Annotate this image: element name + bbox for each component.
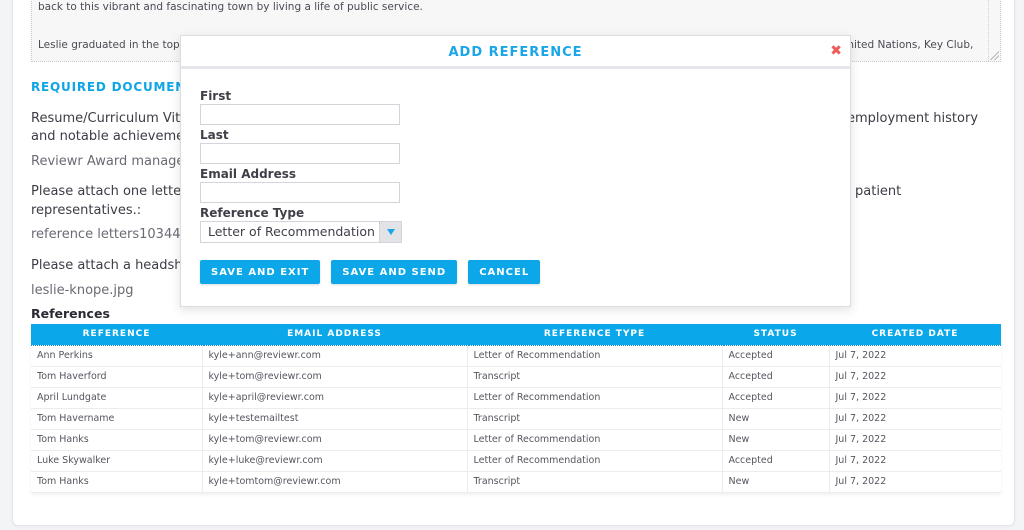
- cell-reference-type: Letter of Recommendation: [467, 429, 723, 451]
- cancel-button[interactable]: CANCEL: [468, 260, 541, 284]
- cell-email: kyle+ann@reviewr.com: [202, 345, 468, 367]
- cell-reference-type: Transcript: [467, 366, 723, 388]
- email-input[interactable]: [200, 182, 400, 203]
- cell-reference-name: Tom Havername: [31, 408, 203, 430]
- resume-prompt: Resume/Curriculum Vit: [31, 111, 181, 126]
- bio-line-1: back to this vibrant and fascinating tow…: [38, 1, 423, 13]
- cell-email: kyle+testemailtest: [202, 408, 468, 430]
- table-row[interactable]: Tom Havername kyle+testemailtest Transcrip…: [31, 408, 1001, 430]
- letter-file-link[interactable]: reference letters1034417: [31, 227, 197, 242]
- cell-created-date: Jul 7, 2022: [829, 345, 1001, 367]
- resume-file-link[interactable]: Reviewr Award manage: [31, 154, 184, 169]
- save-and-send-button[interactable]: SAVE AND SEND: [331, 260, 458, 284]
- cell-reference-type: Letter of Recommendation: [467, 345, 723, 367]
- cell-email: kyle+april@reviewr.com: [202, 387, 468, 409]
- headshot-prompt: Please attach a headsh: [31, 258, 183, 273]
- modal-header: ADD REFERENCE ✖: [181, 36, 850, 69]
- cell-reference-type: Letter of Recommendation: [467, 387, 723, 409]
- table-header-row: REFERENCE EMAIL ADDRESS REFERENCE TYPE S…: [31, 324, 1001, 346]
- cell-reference-name: Luke Skywalker: [31, 450, 203, 472]
- cell-status: Accepted: [722, 387, 830, 409]
- reference-type-label: Reference Type: [200, 206, 305, 220]
- cell-created-date: Jul 7, 2022: [829, 471, 1001, 493]
- cell-email: kyle+luke@reviewr.com: [202, 450, 468, 472]
- cell-reference-name: Tom Hanks: [31, 471, 203, 493]
- cell-reference-name: Ann Perkins: [31, 345, 203, 367]
- letter-prompt-line2: representatives.:: [31, 203, 142, 218]
- reference-form: First Last Email Address Reference Type …: [200, 88, 402, 243]
- resume-prompt-line2: and notable achieveme: [31, 129, 185, 144]
- cell-created-date: Jul 7, 2022: [829, 387, 1001, 409]
- column-header-reference[interactable]: REFERENCE: [31, 324, 202, 346]
- dropdown-arrow-icon[interactable]: [379, 222, 401, 242]
- cell-email: kyle+tom@reviewr.com: [202, 429, 468, 451]
- last-name-input[interactable]: [200, 143, 400, 164]
- headshot-file-link[interactable]: leslie-knope.jpg: [31, 283, 134, 298]
- cell-status: New: [722, 408, 830, 430]
- cell-reference-type: Transcript: [467, 408, 723, 430]
- table-row[interactable]: Tom Haverford kyle+tom@reviewr.com Transcr…: [31, 366, 1001, 388]
- table-row[interactable]: Tom Hanks kyle+tom@reviewr.com Letter of R…: [31, 429, 1001, 451]
- first-name-input[interactable]: [200, 104, 400, 125]
- cell-status: Accepted: [722, 345, 830, 367]
- cell-reference-name: April Lundgate: [31, 387, 203, 409]
- cell-created-date: Jul 7, 2022: [829, 408, 1001, 430]
- table-row[interactable]: April Lundgate kyle+april@reviewr.com Lett…: [31, 387, 1001, 409]
- cell-created-date: Jul 7, 2022: [829, 366, 1001, 388]
- cell-status: New: [722, 471, 830, 493]
- close-icon[interactable]: ✖: [830, 44, 842, 58]
- email-label: Email Address: [200, 167, 297, 181]
- table-row[interactable]: Ann Perkins kyle+ann@reviewr.com Letter of…: [31, 345, 1001, 367]
- resume-prompt-end: employment history: [847, 111, 979, 126]
- cell-created-date: Jul 7, 2022: [829, 429, 1001, 451]
- cell-status: New: [722, 429, 830, 451]
- letter-prompt-end: patient: [855, 184, 902, 199]
- modal-title: ADD REFERENCE: [448, 45, 583, 60]
- table-row[interactable]: Tom Hanks kyle+tomtom@reviewr.com Transcri…: [31, 471, 1001, 493]
- cell-reference-name: Tom Haverford: [31, 366, 203, 388]
- cell-reference-name: Tom Hanks: [31, 429, 203, 451]
- column-header-status[interactable]: STATUS: [722, 324, 829, 346]
- column-header-reference-type[interactable]: REFERENCE TYPE: [467, 324, 722, 346]
- references-heading: References: [31, 306, 110, 321]
- cell-email: kyle+tom@reviewr.com: [202, 366, 468, 388]
- column-header-email[interactable]: EMAIL ADDRESS: [202, 324, 467, 346]
- first-name-label: First: [200, 89, 232, 103]
- cell-created-date: Jul 7, 2022: [829, 450, 1001, 472]
- cell-reference-type: Letter of Recommendation: [467, 450, 723, 472]
- modal-actions: SAVE AND EXIT SAVE AND SEND CANCEL: [200, 260, 541, 284]
- last-name-label: Last: [200, 128, 229, 142]
- table-row[interactable]: Luke Skywalker kyle+luke@reviewr.com Lette…: [31, 450, 1001, 472]
- reference-type-select[interactable]: Letter of Recommendation: [200, 221, 402, 243]
- references-table: REFERENCE EMAIL ADDRESS REFERENCE TYPE S…: [31, 324, 1001, 493]
- resize-handle-icon[interactable]: [989, 50, 999, 60]
- cell-status: Accepted: [722, 366, 830, 388]
- required-documents-title: REQUIRED DOCUMENT: [31, 80, 196, 94]
- add-reference-modal: ADD REFERENCE ✖ First Last Email Address…: [180, 35, 851, 307]
- letter-prompt: Please attach one letter: [31, 184, 187, 199]
- cell-status: Accepted: [722, 450, 830, 472]
- save-and-exit-button[interactable]: SAVE AND EXIT: [200, 260, 321, 284]
- column-header-created-date[interactable]: CREATED DATE: [829, 324, 1001, 346]
- cell-reference-type: Transcript: [467, 471, 723, 493]
- reference-type-value: Letter of Recommendation: [208, 224, 375, 239]
- cell-email: kyle+tomtom@reviewr.com: [202, 471, 468, 493]
